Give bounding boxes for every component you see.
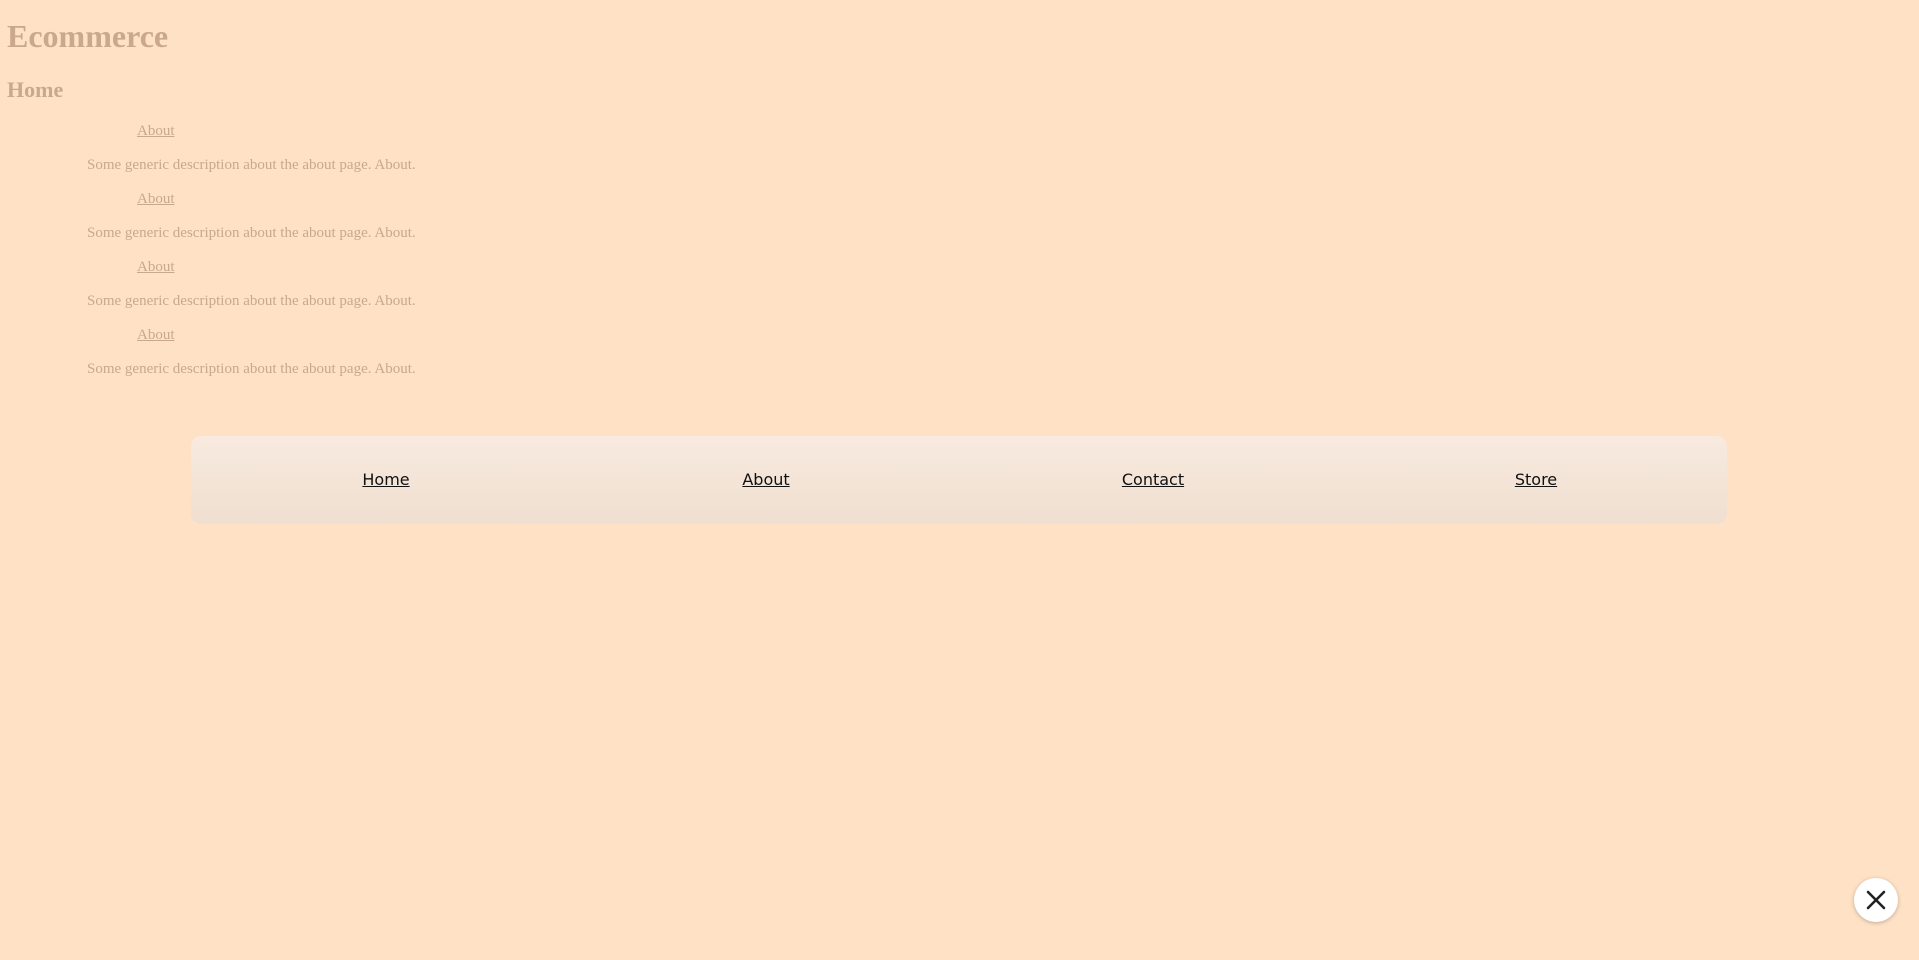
nav-link-home[interactable]: Home (362, 436, 409, 524)
item-link-about[interactable]: About (137, 258, 175, 276)
item-description: Some generic description about the about… (87, 157, 416, 173)
nav-bar: Home About Contact Store (191, 436, 1727, 524)
item-description: Some generic description about the about… (87, 293, 416, 309)
nav-link-about[interactable]: About (742, 436, 789, 524)
item-link-about[interactable]: About (137, 326, 175, 344)
page-heading: Home (7, 77, 64, 102)
item-list: About Some generic description about the… (0, 122, 600, 394)
list-item: About Some generic description about the… (0, 190, 600, 258)
list-item: About Some generic description about the… (0, 326, 600, 394)
close-button[interactable] (1854, 878, 1898, 922)
list-item: About Some generic description about the… (0, 258, 600, 326)
list-item: About Some generic description about the… (0, 122, 600, 190)
nav-link-contact[interactable]: Contact (1122, 436, 1184, 524)
item-link-about[interactable]: About (137, 190, 175, 208)
close-icon (1866, 890, 1886, 910)
site-title: Ecommerce (7, 18, 169, 54)
item-link-about[interactable]: About (137, 122, 175, 140)
item-description: Some generic description about the about… (87, 225, 416, 241)
item-description: Some generic description about the about… (87, 361, 416, 377)
nav-link-store[interactable]: Store (1515, 436, 1557, 524)
